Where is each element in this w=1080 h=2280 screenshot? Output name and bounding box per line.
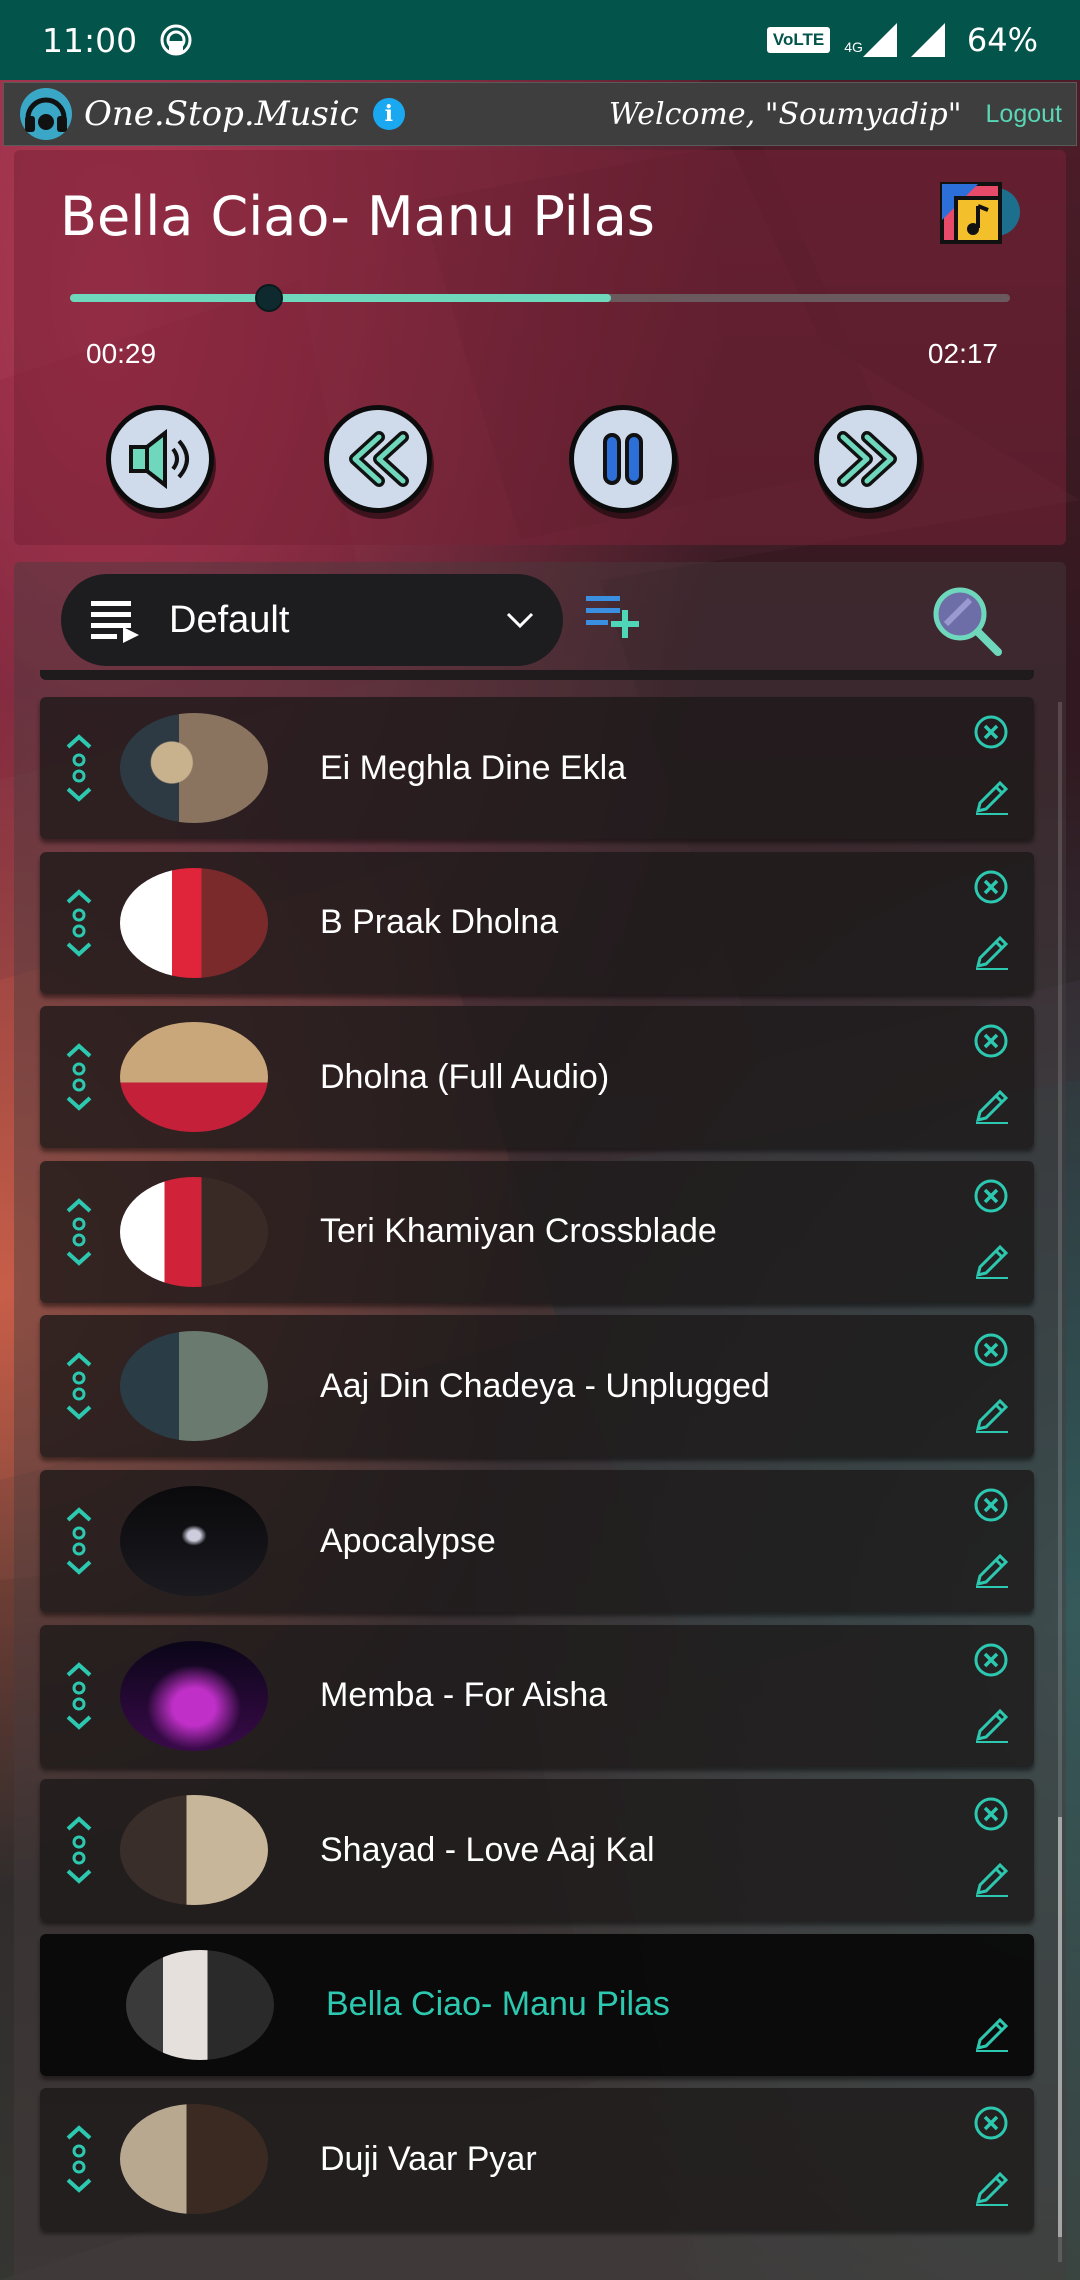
now-playing-title: Bella Ciao- Manu Pilas [60, 185, 655, 248]
edit-song-icon[interactable] [972, 1241, 1012, 1281]
headphones-logo-icon [20, 88, 72, 140]
remove-song-icon[interactable] [972, 2104, 1010, 2142]
song-thumbnail [120, 1640, 268, 1751]
battery-level: 64% [966, 21, 1038, 59]
reorder-handle-icon[interactable] [64, 1506, 94, 1576]
song-thumbnail [120, 1176, 268, 1287]
song-thumbnail [120, 2104, 268, 2215]
song-title: B Praak Dholna [320, 903, 559, 942]
app-title: One.Stop.Music [84, 94, 359, 134]
hotspot-icon [160, 24, 192, 56]
edit-song-icon[interactable] [972, 1086, 1012, 1126]
remove-song-icon[interactable] [972, 1641, 1010, 1679]
song-thumbnail [120, 1486, 268, 1596]
reorder-handle-icon[interactable] [64, 733, 94, 803]
seek-bar-buffered [70, 294, 611, 302]
speaker-icon [129, 429, 189, 489]
edit-song-icon[interactable] [972, 2014, 1012, 2054]
song-title: Duji Vaar Pyar [320, 2139, 537, 2178]
total-duration: 02:17 [927, 338, 998, 369]
playlist-icon [91, 601, 139, 643]
elapsed-time: 00:29 [86, 338, 157, 369]
song-title: Teri Khamiyan Crossblade [320, 1212, 717, 1251]
next-button[interactable] [814, 405, 922, 513]
network-type: 4G [844, 39, 863, 55]
music-file-icon[interactable] [938, 176, 1022, 248]
playlist-dropdown[interactable]: Default [61, 574, 563, 666]
scrollbar-thumb[interactable] [1058, 1817, 1062, 2237]
seek-bar[interactable] [70, 284, 1010, 312]
song-row[interactable]: Dholna (Full Audio) [40, 1006, 1034, 1149]
song-title: Aaj Din Chadeya - Unplugged [320, 1366, 770, 1405]
pause-button[interactable] [569, 405, 677, 513]
song-thumbnail [120, 1022, 268, 1133]
reorder-handle-icon[interactable] [64, 1661, 94, 1731]
song-title: Memba - For Aisha [320, 1676, 608, 1715]
remove-song-icon[interactable] [972, 1795, 1010, 1833]
reorder-handle-icon[interactable] [64, 888, 94, 958]
edit-song-icon[interactable] [972, 777, 1012, 817]
remove-song-icon[interactable] [972, 713, 1010, 751]
edit-song-icon[interactable] [972, 1550, 1012, 1590]
reorder-handle-icon[interactable] [64, 1815, 94, 1885]
song-row[interactable]: Bella Ciao- Manu Pilas [40, 1933, 1034, 2076]
song-thumbnail [120, 713, 268, 823]
status-bar: 11:00 VoLTE 4G 64% [0, 0, 1080, 80]
song-row[interactable]: Aaj Din Chadeya - Unplugged [40, 1315, 1034, 1458]
song-thumbnail [120, 1331, 268, 1442]
logout-button[interactable]: Logout [986, 100, 1062, 129]
song-title: Ei Meghla Dine Ekla [320, 748, 627, 787]
pause-icon [603, 433, 643, 485]
edit-song-icon[interactable] [972, 1705, 1012, 1745]
fast-forward-icon [837, 431, 897, 487]
song-row[interactable]: Shayad - Love Aaj Kal [40, 1779, 1034, 1922]
reorder-handle-icon[interactable] [64, 1042, 94, 1112]
chevron-down-icon [506, 612, 534, 629]
song-thumbnail [126, 1949, 274, 2060]
reorder-handle-icon[interactable] [64, 1351, 94, 1421]
app-bar: One.Stop.Music i Welcome, "Soumyadip" Lo… [3, 82, 1077, 146]
signal-icon-2 [910, 23, 945, 57]
song-row[interactable]: Teri Khamiyan Crossblade [40, 1160, 1034, 1303]
list-top-edge [40, 670, 1034, 680]
song-row[interactable]: Ei Meghla Dine Ekla [40, 697, 1034, 839]
song-row[interactable]: Memba - For Aisha [40, 1624, 1034, 1767]
song-row[interactable]: B Praak Dholna [40, 851, 1034, 994]
search-icon[interactable] [930, 584, 1004, 658]
playlist-selected-label: Default [169, 598, 290, 641]
song-thumbnail [120, 1795, 268, 1906]
song-title: Dholna (Full Audio) [320, 1057, 610, 1096]
edit-song-icon[interactable] [972, 932, 1012, 972]
song-title: Apocalypse [320, 1521, 496, 1560]
remove-song-icon[interactable] [972, 1331, 1010, 1369]
volte-badge: VoLTE [766, 27, 831, 53]
rewind-icon [349, 431, 409, 487]
seek-thumb[interactable] [255, 284, 284, 312]
remove-song-icon[interactable] [972, 868, 1010, 906]
playlist-panel: Default Ei Meghla Dine Ekla B Praak Dholn… [14, 562, 1066, 2280]
remove-song-icon[interactable] [972, 1177, 1010, 1215]
reorder-handle-icon[interactable] [64, 2124, 94, 2194]
remove-song-icon[interactable] [972, 1022, 1010, 1060]
song-row[interactable]: Duji Vaar Pyar [40, 2088, 1034, 2231]
add-to-playlist-icon[interactable] [584, 592, 644, 640]
song-title: Bella Ciao- Manu Pilas [326, 1985, 670, 2024]
edit-song-icon[interactable] [972, 1859, 1012, 1899]
song-title: Shayad - Love Aaj Kal [320, 1830, 655, 1869]
signal-icon [862, 23, 897, 57]
volume-button[interactable] [106, 405, 214, 513]
now-playing-card: Bella Ciao- Manu Pilas 00:29 02:17 [14, 150, 1066, 545]
edit-song-icon[interactable] [972, 1395, 1012, 1435]
reorder-handle-icon[interactable] [64, 1197, 94, 1267]
status-time: 11:00 [42, 20, 138, 60]
song-row[interactable]: Apocalypse [40, 1470, 1034, 1612]
song-thumbnail [120, 867, 268, 978]
welcome-text: Welcome, "Soumyadip" [608, 96, 962, 132]
info-icon[interactable]: i [372, 98, 405, 130]
edit-song-icon[interactable] [972, 2168, 1012, 2208]
remove-song-icon[interactable] [972, 1486, 1010, 1524]
previous-button[interactable] [324, 405, 432, 513]
